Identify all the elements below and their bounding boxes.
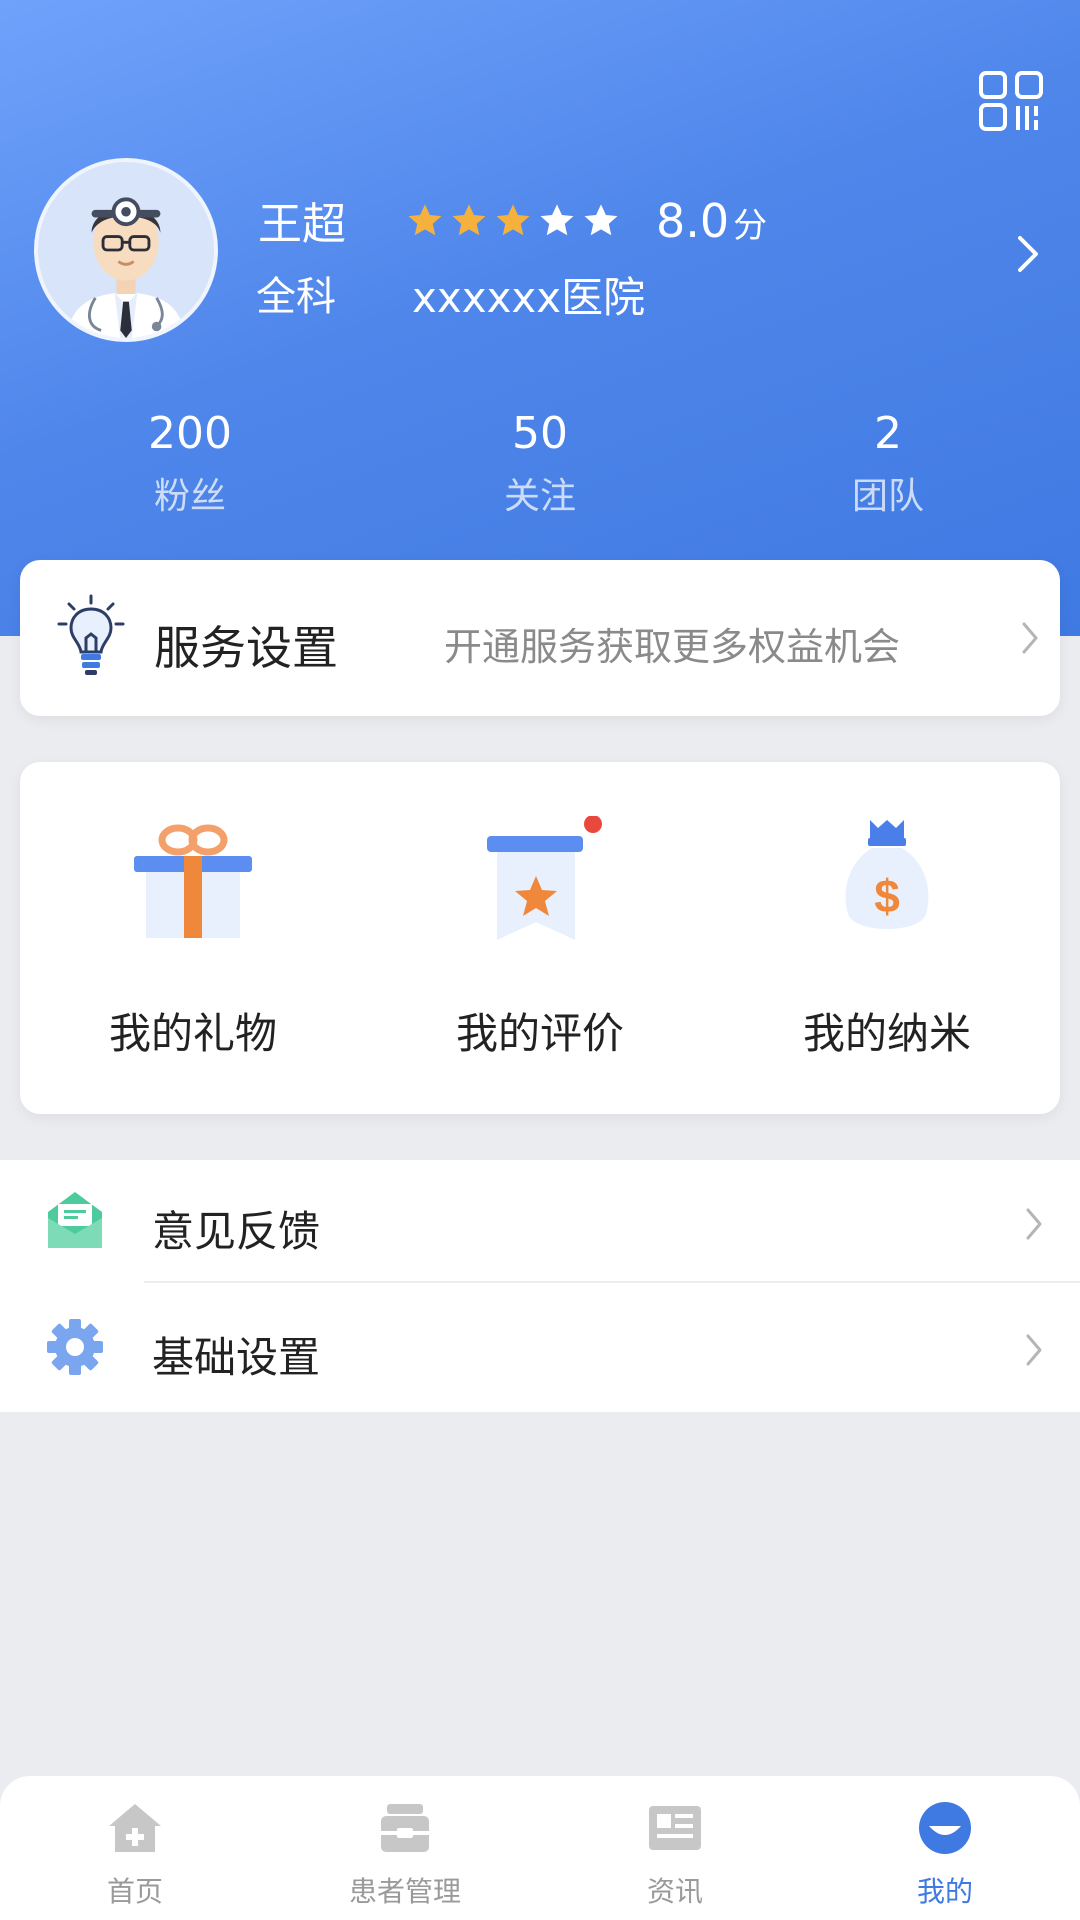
star-empty-icon xyxy=(584,204,618,236)
chevron-right-icon xyxy=(1026,1208,1042,1240)
mail-envelope-icon xyxy=(48,1192,102,1248)
star-filled-icon xyxy=(408,204,442,236)
lightbulb-icon xyxy=(57,594,125,675)
stat-following[interactable]: 50 关注 xyxy=(440,408,640,519)
home-icon xyxy=(109,1804,161,1852)
feature-my-nano[interactable]: $ 我的纳米 xyxy=(714,762,1060,1114)
list-item-feedback[interactable]: 意见反馈 xyxy=(0,1160,1080,1286)
profile-header: 王超 全科 8.0 分 xxxxxx医院 200 粉丝 50 关注 2 团队 xyxy=(0,0,1080,636)
stat-followers[interactable]: 200 粉丝 xyxy=(90,408,290,519)
list-divider xyxy=(144,1281,1080,1283)
feature-label: 我的纳米 xyxy=(802,1009,971,1058)
stat-value: 200 xyxy=(148,408,232,459)
stat-team[interactable]: 2 团队 xyxy=(788,408,988,519)
review-ribbon-icon xyxy=(487,816,602,940)
tab-label: 我的 xyxy=(916,1875,973,1908)
patient-box-icon xyxy=(381,1804,429,1852)
list-item-basic-settings[interactable]: 基础设置 xyxy=(0,1286,1080,1412)
profile-face-icon xyxy=(919,1802,971,1854)
gear-icon xyxy=(47,1319,103,1375)
feature-my-gifts[interactable]: 我的礼物 xyxy=(20,762,366,1114)
features-card: 我的礼物 我的评价 $ 我的纳米 xyxy=(20,762,1060,1114)
star-filled-icon xyxy=(452,204,486,236)
tab-mine[interactable]: 我的 xyxy=(810,1776,1080,1920)
rating-stars xyxy=(406,202,620,240)
tab-patient-management[interactable]: 患者管理 xyxy=(270,1776,540,1920)
tab-label: 资讯 xyxy=(646,1875,703,1908)
service-settings-card[interactable]: 服务设置 开通服务获取更多权益机会 xyxy=(20,560,1060,716)
money-bag-icon: $ xyxy=(845,820,929,929)
profile-page: 王超 全科 8.0 分 xxxxxx医院 200 粉丝 50 关注 2 团队 服… xyxy=(0,0,1080,1920)
chevron-right-icon[interactable] xyxy=(1014,232,1044,276)
service-settings-title: 服务设置 xyxy=(154,621,338,675)
chevron-right-icon xyxy=(1022,622,1038,654)
rating-score-unit: 分 xyxy=(733,206,768,246)
list-item-label: 意见反馈 xyxy=(152,1207,321,1256)
news-icon xyxy=(649,1806,701,1850)
feature-label: 我的礼物 xyxy=(108,1009,277,1058)
stat-label: 团队 xyxy=(851,476,924,517)
doctor-department: 全科 xyxy=(256,274,336,320)
tab-label: 首页 xyxy=(106,1875,163,1908)
chevron-right-icon xyxy=(1026,1334,1042,1366)
stat-label: 关注 xyxy=(503,476,576,517)
svg-text:$: $ xyxy=(874,870,900,922)
feature-my-reviews[interactable]: 我的评价 xyxy=(367,762,713,1114)
gift-icon xyxy=(134,824,252,938)
list-item-label: 基础设置 xyxy=(152,1333,321,1382)
stat-value: 50 xyxy=(512,408,568,459)
rating-score: 8.0 分 xyxy=(656,194,767,248)
star-empty-icon xyxy=(540,204,574,236)
tab-home[interactable]: 首页 xyxy=(0,1776,270,1920)
rating-score-value: 8.0 xyxy=(656,194,730,248)
qr-code-icon[interactable] xyxy=(978,70,1044,132)
notification-badge xyxy=(584,816,602,833)
tab-label: 患者管理 xyxy=(348,1875,461,1908)
stat-label: 粉丝 xyxy=(153,476,226,517)
doctor-hospital: xxxxxx医院 xyxy=(412,273,646,322)
star-filled-icon xyxy=(496,204,530,236)
doctor-name: 王超 xyxy=(258,199,346,250)
service-settings-subtitle: 开通服务获取更多权益机会 xyxy=(444,625,901,669)
bottom-tab-bar: 首页 患者管理 资讯 我的 xyxy=(0,1776,1080,1920)
tab-news[interactable]: 资讯 xyxy=(540,1776,810,1920)
doctor-avatar[interactable] xyxy=(34,158,218,342)
stat-value: 2 xyxy=(874,408,902,459)
settings-list: 意见反馈 基础设置 xyxy=(0,1160,1080,1412)
feature-label: 我的评价 xyxy=(455,1009,624,1058)
